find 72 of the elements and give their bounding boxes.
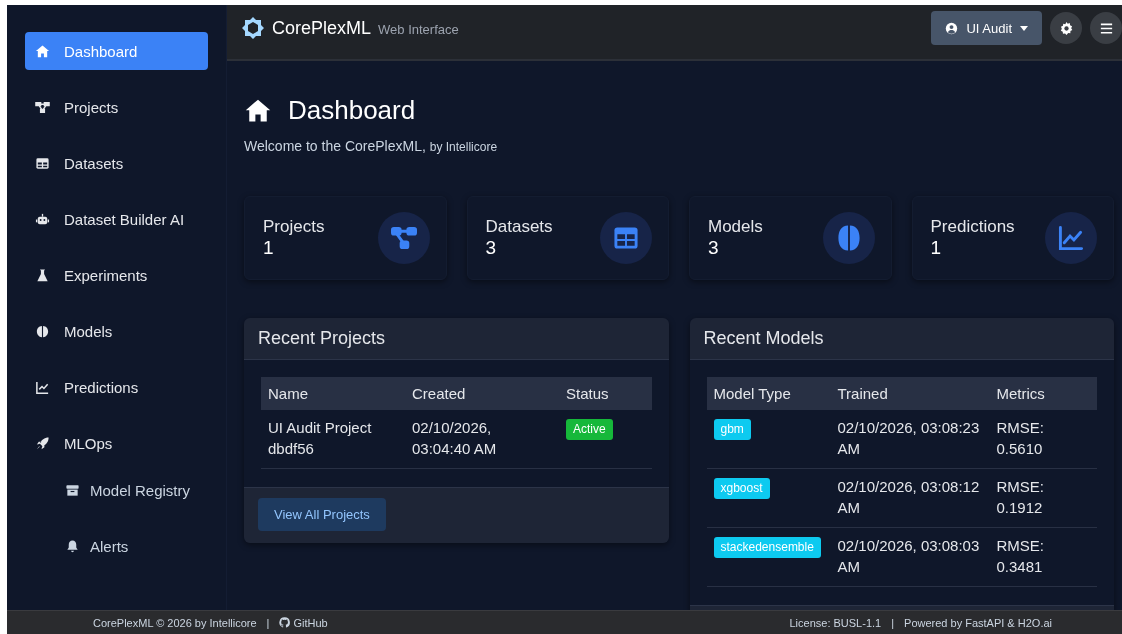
chart-icon (1045, 212, 1097, 264)
sidebar-item[interactable]: Datasets (25, 144, 208, 182)
status-badge: Active (566, 419, 613, 440)
caret-icon (1020, 25, 1028, 31)
stat-label: Projects (263, 217, 325, 237)
sidebar-item[interactable]: Model Registry (25, 480, 225, 518)
sidebar-item[interactable]: Predictions (25, 368, 208, 406)
sidebar-item[interactable]: Dashboard (25, 32, 208, 70)
flask-icon (35, 267, 50, 283)
brain-icon (35, 323, 50, 339)
github-link[interactable]: GitHub (279, 616, 328, 629)
card-title: Recent Models (689, 318, 1114, 360)
sidebar-item[interactable]: Dataset Builder AI (25, 200, 208, 238)
sitemap-icon (377, 212, 430, 264)
sidebar-item[interactable]: Models (25, 312, 208, 350)
home-icon (35, 43, 50, 59)
stat-label: Models (708, 217, 763, 237)
menu-button[interactable] (1090, 12, 1122, 44)
table-cell: RMSE: 0.3481 (989, 527, 1097, 587)
brand-subtitle: Web Interface (378, 22, 459, 37)
user-menu-button[interactable]: UI Audit (931, 11, 1042, 45)
stat-label: Datasets (485, 217, 553, 237)
model-type-badge: stackedensemble (713, 537, 821, 558)
settings-button[interactable] (1050, 12, 1082, 44)
table-cell: RMSE: 0.5610 (989, 410, 1097, 469)
table-icon (600, 212, 652, 264)
copyright-text: CorePlexML © 2026 by Intellicore (93, 616, 257, 629)
license-text: License: BUSL-1.1 (789, 616, 882, 629)
column-header: Name (261, 377, 405, 410)
sidebar-item[interactable]: Projects (25, 88, 208, 126)
welcome-text: Welcome to the CorePlexML, by Intellicore (244, 138, 499, 154)
github-icon (279, 617, 291, 628)
user-icon (945, 21, 959, 35)
archive-icon (65, 483, 80, 498)
stat-value: 3 (485, 237, 498, 259)
table-cell: 02/10/2026, 03:04:40 AM (405, 410, 559, 469)
sidebar-item[interactable]: Experiments (25, 256, 208, 294)
table-cell: 02/10/2026, 03:08:12 AM (830, 468, 990, 528)
column-header: Status (559, 377, 652, 410)
table-cell: 02/10/2026, 03:08:03 AM (830, 527, 990, 587)
chart-icon (35, 379, 50, 395)
sidebar-item[interactable]: MLOps (25, 424, 208, 462)
column-header: Created (405, 377, 559, 410)
model-type-badge: gbm (713, 419, 751, 440)
table-cell: RMSE: 0.1912 (989, 468, 1097, 528)
model-type-badge: xgboost (713, 478, 770, 499)
table-cell: 02/10/2026, 03:08:23 AM (830, 410, 990, 469)
column-header: Trained (830, 377, 990, 410)
stat-value: 1 (263, 237, 275, 259)
sitemap-icon (35, 99, 50, 115)
separator: | (266, 616, 270, 629)
page-title: Dashboard (288, 95, 416, 126)
view-all-projects-button[interactable]: View All Projects (258, 498, 386, 531)
stat-value: 3 (708, 237, 720, 259)
powered-by-text: Powered by FastAPI & H2O.ai (904, 616, 1052, 629)
stat-label: Predictions (930, 217, 1015, 237)
separator: | (891, 616, 895, 629)
column-header: Model Type (706, 377, 831, 410)
card-title: Recent Projects (244, 318, 669, 360)
column-header: Metrics (989, 377, 1097, 410)
table-icon (35, 155, 50, 171)
table-cell: UI Audit Project dbdf56 (261, 410, 405, 469)
settings-icon (1058, 20, 1074, 36)
brain-icon (822, 212, 875, 264)
sidebar-item[interactable]: Alerts (25, 536, 225, 574)
logo-icon (241, 16, 265, 40)
bell-icon (65, 539, 80, 554)
stat-value: 1 (930, 237, 943, 259)
menu-icon (1098, 20, 1114, 36)
robot-icon (35, 211, 50, 227)
rocket-icon (35, 435, 50, 451)
brand-name: CorePlexML (272, 17, 372, 39)
